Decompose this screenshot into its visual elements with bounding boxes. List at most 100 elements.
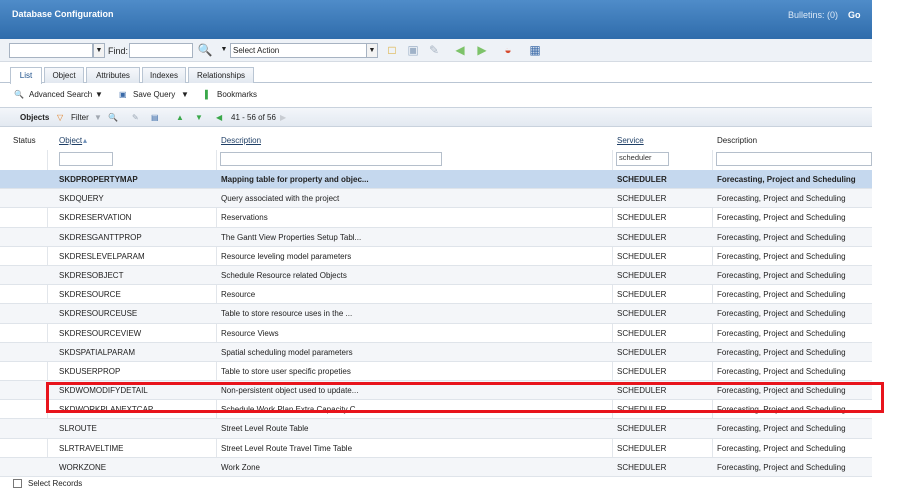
column-header-service[interactable]: Service [617,136,644,145]
table-row[interactable]: SKDQUERY Query associated with the projec… [0,189,872,209]
bulletins-link[interactable]: Bulletins: (0) [788,10,838,20]
table-row[interactable]: WORKZONE Work Zone SCHEDULER Forecasting, P… [0,457,872,477]
filter-button[interactable]: Filter [71,113,89,122]
object-filter-input[interactable] [59,152,113,166]
filter-row: scheduler [0,150,872,170]
table-row[interactable]: SKDPROPERTYMAP Mapping table for property… [0,170,872,190]
select-records-label[interactable]: Select Records [28,479,82,488]
table-row[interactable]: SKDRESLEVELPARAM Resource leveling model … [0,247,872,266]
object-cell[interactable]: SKDRESOURCEVIEW [59,329,141,338]
find-in-table-icon[interactable]: 🔍 [108,113,118,122]
tab-relationships[interactable]: Relationships [188,67,254,83]
service-description-cell: Forecasting, Project and Scheduling [717,175,856,184]
description-cell: Schedule Work Plan Extra Capacity C... [221,405,363,415]
description-cell: Work Zone [221,462,260,472]
table-row[interactable]: SKDSPATIALPARAM Spatial scheduling model … [0,342,872,362]
service-description-cell: Forecasting, Project and Scheduling [717,462,846,472]
table-row[interactable]: SKDRESOURCE Resource SCHEDULER Forecasting,… [0,285,872,305]
record-selector-dropdown[interactable]: ▼ [93,43,105,58]
description-cell: The Gantt View Properties Setup Tabl... [221,232,362,242]
object-cell[interactable]: SKDRESOURCEUSE [59,309,137,318]
column-header-object[interactable]: Object [59,136,82,145]
column-header-description[interactable]: Description [221,136,261,145]
object-cell[interactable]: SLROUTE [59,424,97,433]
service-description-filter-input[interactable] [716,152,872,166]
select-action-chevron-icon[interactable]: ▼ [366,43,378,58]
sort-up-icon[interactable]: ▲ [176,113,184,122]
find-label: Find: [108,46,129,56]
service-description-cell: Forecasting, Project and Scheduling [717,309,846,319]
description-filter-input[interactable] [220,152,442,166]
object-cell[interactable]: WORKZONE [59,463,106,472]
service-cell: SCHEDULER [617,443,667,453]
description-cell: Reservations [221,213,268,223]
new-record-icon[interactable]: □ [384,42,400,58]
advanced-search-button[interactable]: Advanced Search [29,90,92,99]
save-icon[interactable]: ▣ [405,42,421,58]
download-icon[interactable]: ▤ [151,113,159,122]
object-cell[interactable]: SKDSPATIALPARAM [59,348,135,357]
service-cell: SCHEDULER [617,366,667,376]
tab-attributes[interactable]: Attributes [86,67,140,83]
goto-menu[interactable]: Go [848,10,861,20]
object-cell[interactable]: SKDRESLEVELPARAM [59,252,145,261]
column-header-service-description[interactable]: Description [717,136,757,145]
save-query-dropdown-icon[interactable]: ▼ [181,90,189,99]
next-arrow-icon[interactable]: ▶ [474,42,490,58]
column-header-status[interactable]: Status [13,136,36,145]
find-input[interactable] [129,43,193,58]
select-records-checkbox[interactable] [13,479,22,488]
object-cell[interactable]: SKDRESERVATION [59,213,131,222]
table-row[interactable]: SKDRESERVATION Reservations SCHEDULER Forec… [0,208,872,228]
next-page-icon[interactable]: ▶ [280,113,286,122]
table-row[interactable]: SKDRESOBJECT Schedule Resource related Ob… [0,265,872,286]
select-action-dropdown[interactable]: Select Action [230,43,368,58]
table-row[interactable]: SKDUSERPROP Table to store user specific … [0,362,872,382]
bookmarks-button[interactable]: Bookmarks [217,90,257,99]
service-description-cell: Forecasting, Project and Scheduling [717,443,846,453]
filter-dropdown-icon[interactable]: ▼ [94,113,102,122]
object-cell[interactable]: SKDWOMODIFYDETAIL [59,386,148,395]
pagination-text: 41 - 56 of 56 [231,113,276,122]
object-cell[interactable]: SKDRESGANTTPROP [59,233,142,242]
service-cell: SCHEDULER [617,347,667,357]
tab-indexes[interactable]: Indexes [142,67,186,83]
table-header: Status Object ▴ Description Service Desc… [0,128,872,150]
object-cell[interactable]: SKDRESOURCE [59,290,121,299]
service-filter-input[interactable]: scheduler [616,152,669,166]
record-selector[interactable] [9,43,93,58]
service-description-cell: Forecasting, Project and Scheduling [717,347,846,357]
clear-filter-icon[interactable]: ✎ [132,113,139,122]
service-description-cell: Forecasting, Project and Scheduling [717,405,846,415]
object-cell[interactable]: SLRTRAVELTIME [59,444,123,453]
report-icon[interactable]: ▦ [527,42,543,58]
description-cell: Resource [221,290,256,300]
description-cell: Street Level Route Table [221,424,309,434]
service-cell: SCHEDULER [617,405,667,415]
object-cell[interactable]: SKDQUERY [59,194,104,203]
main-toolbar: ▼ Find: 🔍 ▼ Select Action ▼ □ ▣ ✎ ◀ ▶ ◒ … [0,39,872,62]
advanced-search-dropdown-icon[interactable]: ▼ [95,90,103,99]
previous-arrow-icon[interactable]: ◀ [452,42,468,58]
sort-down-icon[interactable]: ▼ [195,113,203,122]
table-row[interactable]: SLRTRAVELTIME Street Level Route Travel T… [0,439,872,458]
tab-object[interactable]: Object [44,67,84,83]
description-cell: Non-persistent object used to update... [221,386,359,396]
service-description-cell: Forecasting, Project and Scheduling [717,270,846,280]
table-row[interactable]: SKDWOMODIFYDETAIL Non-persistent object u… [0,381,872,401]
database-icon[interactable]: ◒ [500,42,516,58]
object-cell[interactable]: SKDRESOBJECT [59,271,123,280]
tab-list[interactable]: List [10,67,42,84]
table-row[interactable]: SKDWORKPLANEXTCAP Schedule Work Plan Extr… [0,400,872,420]
previous-page-icon[interactable]: ◀ [216,113,222,122]
edit-icon[interactable]: ✎ [426,42,442,58]
table-row[interactable]: SKDRESGANTTPROP The Gantt View Properties… [0,227,872,247]
table-row[interactable]: SKDRESOURCEVIEW Resource Views SCHEDULER Fo… [0,324,872,343]
object-cell[interactable]: SKDUSERPROP [59,367,120,376]
save-query-button[interactable]: Save Query [133,90,175,99]
table-row[interactable]: SLROUTE Street Level Route Table SCHEDULER… [0,419,872,439]
table-row[interactable]: SKDRESOURCEUSE Table to store resource us… [0,304,872,324]
object-cell[interactable]: SKDPROPERTYMAP [59,175,138,184]
search-icon[interactable]: 🔍 [197,42,213,58]
object-cell[interactable]: SKDWORKPLANEXTCAP [59,405,153,414]
